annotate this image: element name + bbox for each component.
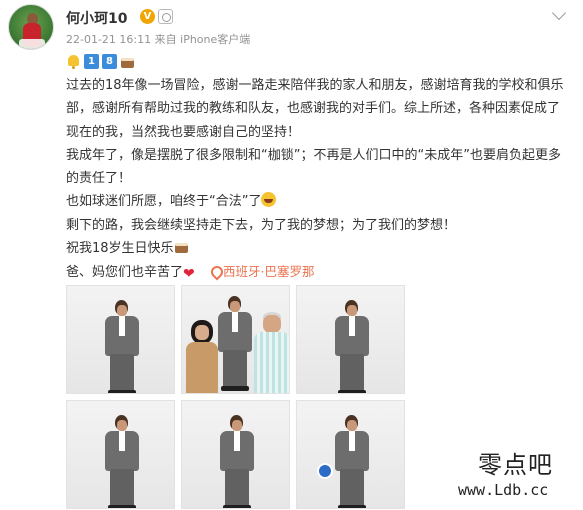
photo-thumbnail[interactable] (66, 285, 175, 394)
paragraph-text: 也如球迷们所愿，咱终于“合法”了 (66, 194, 262, 210)
number-one-icon: 1 (84, 53, 99, 69)
person (218, 415, 256, 508)
paragraph: 也如球迷们所愿，咱终于“合法”了 (66, 190, 566, 213)
photo-grid (66, 285, 407, 510)
bell-icon (66, 54, 81, 69)
weibo-post: 何小珂10 V 22-01-21 16:11 来自 iPhone客户端 1 8 … (0, 0, 583, 510)
location-link[interactable]: 西班牙·巴塞罗那 (210, 264, 314, 279)
source-prefix: 来自 (154, 33, 177, 46)
person-mother (186, 320, 218, 393)
heart-icon: ❤ (183, 266, 195, 283)
paragraph: 剩下的路，我会继续坚持走下去，为了我的梦想；为了我们的梦想！ (66, 217, 457, 233)
cake-icon (174, 239, 189, 254)
paragraph: 我成年了，像是摆脱了很多限制和“枷锁”；不再是人们口中的“未成年”也要肩负起更多… (66, 147, 561, 187)
avatar[interactable] (8, 4, 54, 50)
football-icon (317, 463, 333, 479)
photo-thumbnail[interactable] (66, 400, 175, 509)
post-meta: 22-01-21 16:11 来自 iPhone客户端 (66, 31, 250, 47)
photo-thumbnail[interactable] (296, 400, 405, 509)
avatar-shorts (19, 39, 45, 49)
watermark: 零点吧 www.Ldb.cc (458, 445, 578, 505)
paragraph: 过去的18年像一场冒险，感谢一路走来陪伴我的家人和朋友，感谢培育我的学校和俱乐部… (66, 78, 564, 140)
author-name[interactable]: 何小珂10 (66, 8, 127, 28)
person (333, 300, 371, 393)
photo-thumbnail[interactable] (181, 400, 290, 509)
post-header: 何小珂10 V 22-01-21 16:11 来自 iPhone客户端 (8, 4, 568, 50)
paragraph-text: 爸、妈您们也辛苦了 (66, 265, 184, 281)
post-source[interactable]: iPhone客户端 (180, 33, 250, 46)
paragraph: 爸、妈您们也辛苦了❤ 西班牙·巴塞罗那 (66, 260, 566, 284)
person (103, 300, 141, 393)
emoji-row: 1 8 (66, 53, 135, 69)
post-text: 过去的18年像一场冒险，感谢一路走来陪伴我的家人和朋友，感谢培育我的学校和俱乐部… (66, 74, 566, 285)
member-icon (158, 9, 173, 24)
chevron-down-icon[interactable] (551, 5, 567, 21)
person-father (254, 312, 289, 393)
watermark-url: www.Ldb.cc (458, 481, 549, 499)
person (333, 415, 371, 508)
number-eight-icon: 8 (102, 53, 117, 69)
location-pin-icon (210, 266, 220, 278)
laughing-emoji-icon (261, 192, 277, 208)
paragraph: 祝我18岁生日快乐 (66, 237, 566, 260)
photo-thumbnail[interactable] (296, 285, 405, 394)
location-label: 西班牙·巴塞罗那 (223, 264, 315, 280)
verified-badge-icon: V (140, 9, 155, 24)
post-datetime[interactable]: 22-01-21 16:11 (66, 33, 151, 46)
cake-icon (120, 54, 135, 69)
person (216, 296, 254, 391)
photo-thumbnail[interactable] (181, 285, 290, 394)
paragraph-text: 祝我18岁生日快乐 (66, 241, 174, 257)
watermark-text: 零点吧 (478, 451, 553, 479)
person (103, 415, 141, 508)
